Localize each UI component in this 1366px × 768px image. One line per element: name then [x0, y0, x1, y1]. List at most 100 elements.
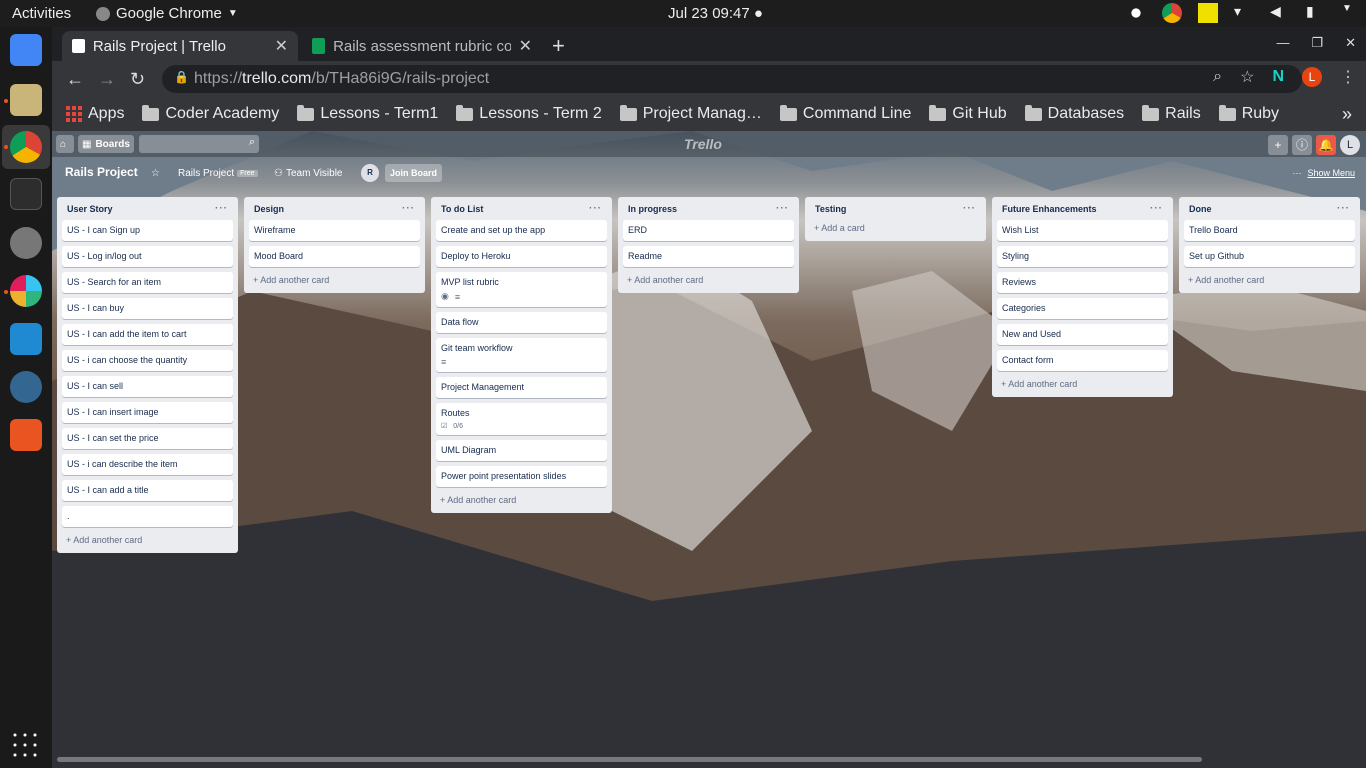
list-menu-icon[interactable]: ···: [776, 203, 789, 214]
join-board-button[interactable]: Join Board: [385, 164, 443, 182]
notifications-icon[interactable]: 🔔: [1316, 135, 1336, 155]
card[interactable]: Data flow: [436, 312, 607, 333]
address-bar[interactable]: 🔒 https://trello.com/b/THa86i9G/rails-pr…: [162, 65, 1302, 93]
tab-rubric[interactable]: Rails assessment rubric co ✕: [302, 31, 542, 61]
show-applications-icon[interactable]: [10, 730, 42, 762]
activities-button[interactable]: Activities: [12, 5, 71, 22]
chrome-dock-icon[interactable]: [10, 131, 42, 163]
horizontal-scrollbar[interactable]: [57, 757, 1202, 762]
list-menu-icon[interactable]: ···: [215, 203, 228, 214]
add-card-button[interactable]: + Add another card: [62, 532, 233, 549]
list-menu-icon[interactable]: ···: [1150, 203, 1163, 214]
reload-icon[interactable]: ↻: [130, 69, 145, 90]
bookmark-folder[interactable]: Command Line: [779, 104, 911, 123]
card[interactable]: Categories: [997, 298, 1168, 319]
card[interactable]: Trello Board: [1184, 220, 1355, 241]
card[interactable]: Project Management: [436, 377, 607, 398]
minimize-icon[interactable]: —: [1276, 35, 1289, 51]
bookmark-folder[interactable]: Project Manag…: [619, 104, 762, 123]
add-card-button[interactable]: + Add another card: [623, 272, 794, 289]
slack-tray-icon[interactable]: [1126, 3, 1146, 23]
chrome-tray-icon[interactable]: [1162, 3, 1182, 23]
vscode-icon[interactable]: [10, 323, 42, 355]
volume-icon[interactable]: ◀: [1270, 3, 1290, 23]
list-menu-icon[interactable]: ···: [589, 203, 602, 214]
card[interactable]: Styling: [997, 246, 1168, 267]
list-header[interactable]: Testing ···: [810, 197, 981, 220]
board-title[interactable]: Rails Project: [65, 165, 138, 179]
list-title[interactable]: Done: [1189, 204, 1212, 214]
visibility-button[interactable]: ⚇ Team Visible: [274, 168, 342, 179]
create-icon[interactable]: +: [1268, 135, 1288, 155]
list-menu-icon[interactable]: ···: [1337, 203, 1350, 214]
calculator-icon[interactable]: [10, 419, 42, 451]
bookmark-apps[interactable]: Apps: [66, 105, 124, 123]
card[interactable]: Mood Board: [249, 246, 420, 267]
user-avatar[interactable]: L: [1340, 135, 1360, 155]
list-title[interactable]: Design: [254, 204, 284, 214]
list-header[interactable]: To do List ···: [436, 197, 607, 220]
list-title[interactable]: Future Enhancements: [1002, 204, 1097, 214]
terminal-icon[interactable]: [10, 178, 42, 210]
card[interactable]: Contact form: [997, 350, 1168, 371]
card[interactable]: Wireframe: [249, 220, 420, 241]
bookmark-folder[interactable]: Git Hub: [929, 104, 1007, 123]
card[interactable]: US - I can buy: [62, 298, 233, 319]
info-icon[interactable]: ⓘ: [1292, 135, 1312, 155]
slack-icon[interactable]: [10, 275, 42, 307]
card[interactable]: New and Used: [997, 324, 1168, 345]
close-window-icon[interactable]: ✕: [1345, 35, 1356, 51]
list-header[interactable]: In progress ···: [623, 197, 794, 220]
profile-avatar[interactable]: L: [1302, 67, 1322, 87]
card[interactable]: US - I can Sign up: [62, 220, 233, 241]
list-header[interactable]: User Story ···: [62, 197, 233, 220]
postgres-icon[interactable]: [10, 371, 42, 403]
close-tab-icon[interactable]: ✕: [519, 36, 532, 56]
card[interactable]: Readme: [623, 246, 794, 267]
list-menu-icon[interactable]: ···: [963, 203, 976, 214]
list-header[interactable]: Done ···: [1184, 197, 1355, 220]
notes-tray-icon[interactable]: [1198, 3, 1218, 23]
bookmark-folder[interactable]: Coder Academy: [142, 104, 279, 123]
member-avatar[interactable]: R: [361, 164, 379, 182]
list-title[interactable]: User Story: [67, 204, 113, 214]
card[interactable]: Deploy to Heroku: [436, 246, 607, 267]
star-icon[interactable]: ☆: [151, 168, 160, 179]
more-bookmarks-icon[interactable]: »: [1342, 104, 1352, 125]
add-card-button[interactable]: + Add another card: [249, 272, 420, 289]
card[interactable]: Set up Github: [1184, 246, 1355, 267]
card[interactable]: Wish List: [997, 220, 1168, 241]
list-header[interactable]: Future Enhancements ···: [997, 197, 1168, 220]
team-button[interactable]: Rails Project Free: [178, 168, 258, 179]
close-tab-icon[interactable]: ✕: [275, 36, 288, 56]
extension-icon[interactable]: N: [1272, 68, 1284, 86]
zoom-icon[interactable]: ⌕: [1213, 68, 1222, 86]
add-card-button[interactable]: + Add a card: [810, 220, 981, 237]
bookmark-folder[interactable]: Ruby: [1218, 104, 1279, 123]
card[interactable]: US - I can add the item to cart: [62, 324, 233, 345]
docs-icon[interactable]: [10, 34, 42, 66]
card[interactable]: Create and set up the app: [436, 220, 607, 241]
list-title[interactable]: To do List: [441, 204, 483, 214]
card[interactable]: Git team workflow ≡: [436, 338, 607, 372]
app-menu[interactable]: Google Chrome ▼: [96, 5, 238, 22]
card[interactable]: ERD: [623, 220, 794, 241]
card[interactable]: US - i can describe the item: [62, 454, 233, 475]
bookmark-folder[interactable]: Databases: [1024, 104, 1124, 123]
wifi-icon[interactable]: ▾: [1234, 3, 1254, 23]
battery-icon[interactable]: ▮: [1306, 3, 1326, 23]
card[interactable]: US - I can sell: [62, 376, 233, 397]
tab-trello[interactable]: Rails Project | Trello ✕: [62, 31, 298, 61]
system-menu-caret-icon[interactable]: ▼: [1342, 3, 1352, 23]
new-tab-icon[interactable]: +: [552, 33, 565, 59]
list-header[interactable]: Design ···: [249, 197, 420, 220]
trello-logo[interactable]: Trello: [684, 136, 722, 152]
home-icon[interactable]: ⌂: [56, 135, 74, 153]
card[interactable]: Reviews: [997, 272, 1168, 293]
add-card-button[interactable]: + Add another card: [1184, 272, 1355, 289]
settings-icon[interactable]: [10, 227, 42, 259]
card[interactable]: US - Search for an item: [62, 272, 233, 293]
list-title[interactable]: In progress: [628, 204, 677, 214]
kebab-menu-icon[interactable]: ⋮: [1340, 67, 1356, 87]
back-icon[interactable]: ←: [66, 69, 84, 90]
